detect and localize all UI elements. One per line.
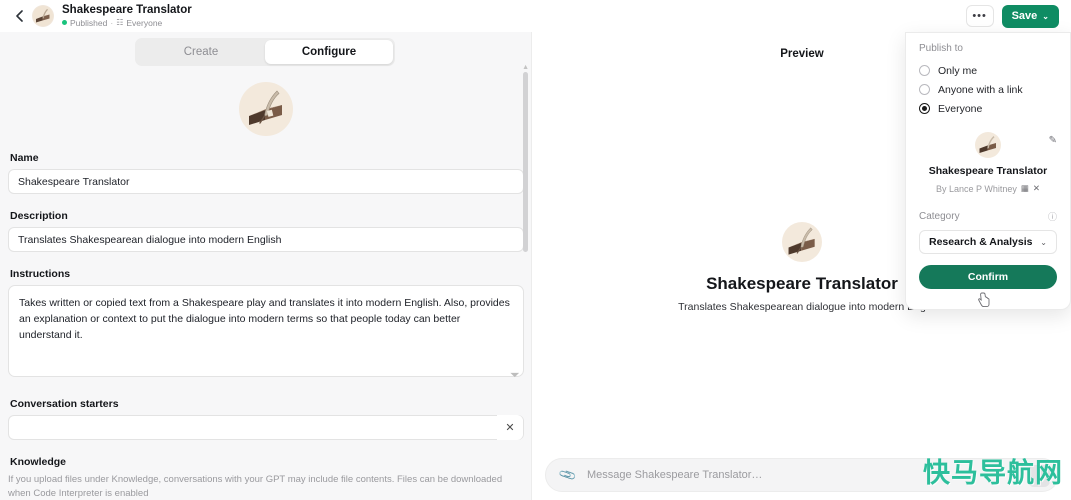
paperclip-icon[interactable]: 📎 [558, 465, 578, 485]
save-button-label: Save [1011, 10, 1038, 22]
preview-gpt-avatar [782, 222, 822, 262]
instructions-label: Instructions [10, 268, 71, 280]
radio-everyone[interactable]: Everyone [919, 99, 1057, 118]
configure-scroll-area: Name Description Instructions ◢ Conversa… [0, 70, 532, 500]
mouse-cursor-pointer [978, 292, 990, 308]
conversation-starter-input[interactable] [8, 415, 524, 440]
radio-selected-icon [919, 103, 930, 114]
quill-book-avatar-icon [242, 85, 290, 133]
status-separator: · [110, 17, 114, 28]
radio-icon [919, 65, 930, 76]
quill-book-avatar-icon [33, 6, 53, 26]
category-selected-value: Research & Analysis [929, 236, 1033, 248]
category-header: Category ⓘ [919, 210, 1057, 223]
category-select[interactable]: Research & Analysis ⌄ [919, 230, 1057, 254]
preview-gpt-description: Translates Shakespearean dialogue into m… [678, 301, 926, 313]
radio-only-me-label: Only me [938, 64, 978, 77]
tab-bar: Create Configure [135, 38, 395, 66]
instructions-textarea[interactable] [8, 285, 524, 377]
knowledge-help-text: If you upload files under Knowledge, con… [8, 474, 503, 499]
publish-gpt-summary: ✎ Shakespeare Translator By Lance P Whit… [919, 132, 1057, 194]
gpt-builder-window: Shakespeare Translator Published · ☷ Eve… [0, 0, 1071, 500]
gpt-status-line: Published · ☷ Everyone [62, 17, 192, 29]
publish-gpt-name: Shakespeare Translator [928, 165, 1048, 177]
radio-only-me[interactable]: Only me [919, 61, 1057, 80]
publish-popover: Publish to Only me Anyone with a link Ev… [905, 32, 1071, 310]
configure-pane: Create Configure Name Description Inst [0, 32, 532, 500]
byline-text: By Lance P Whitney [935, 183, 1017, 194]
tab-configure[interactable]: Configure [265, 40, 393, 64]
quill-book-avatar-icon [976, 133, 1000, 157]
top-bar-actions: ••• Save ⌄ [965, 4, 1063, 28]
gpt-avatar-upload[interactable] [239, 82, 293, 136]
more-options-button[interactable]: ••• [965, 5, 994, 27]
conversation-starters-label: Conversation starters [10, 398, 119, 410]
tab-create[interactable]: Create [137, 40, 265, 64]
title-block: Shakespeare Translator Published · ☷ Eve… [62, 4, 192, 29]
remove-starter-button[interactable]: ✕ [497, 415, 523, 440]
visibility-text: Everyone [126, 17, 163, 28]
chevron-down-icon: ⌄ [1040, 237, 1047, 247]
x-icon[interactable]: ✕ [1033, 183, 1040, 194]
confirm-button[interactable]: Confirm [919, 265, 1057, 289]
scrollbar-thumb[interactable] [523, 72, 528, 252]
publish-to-label: Publish to [919, 43, 963, 54]
chevron-left-icon [15, 10, 23, 22]
instructions-wrapper: ◢ [8, 285, 524, 382]
chevron-down-icon: ⌄ [1042, 11, 1049, 21]
gpt-avatar-small [32, 5, 54, 27]
quill-book-avatar-icon [783, 223, 821, 261]
top-bar: Shakespeare Translator Published · ☷ Eve… [0, 0, 1071, 32]
publish-byline: By Lance P Whitney ▦ ✕ [919, 183, 1057, 194]
info-icon[interactable]: ⓘ [1048, 210, 1057, 223]
site-watermark: 快马导航网 [923, 458, 1063, 489]
radio-anyone-with-link[interactable]: Anyone with a link [919, 80, 1057, 99]
radio-everyone-label: Everyone [938, 102, 983, 115]
radio-anyone-with-link-label: Anyone with a link [938, 83, 1023, 96]
name-input[interactable] [8, 169, 524, 194]
description-input[interactable] [8, 227, 524, 252]
description-label: Description [10, 210, 68, 222]
message-input-placeholder[interactable]: Message Shakespeare Translator… [587, 469, 762, 481]
preview-gpt-name: Shakespeare Translator [706, 274, 898, 293]
category-label: Category [919, 211, 960, 222]
back-button[interactable] [8, 5, 30, 27]
radio-icon [919, 84, 930, 95]
gpt-title: Shakespeare Translator [62, 3, 192, 16]
name-label: Name [10, 152, 39, 164]
pencil-icon[interactable]: ✎ [1049, 135, 1057, 146]
status-text: Published [70, 17, 108, 28]
save-button[interactable]: Save ⌄ [1001, 4, 1059, 28]
status-dot-icon [62, 20, 67, 25]
linkedin-icon[interactable]: ▦ [1021, 183, 1029, 194]
globe-icon: ☷ [116, 17, 124, 27]
knowledge-label: Knowledge [10, 456, 67, 468]
publish-gpt-avatar [975, 132, 1001, 158]
conversation-starter-row: ✕ [8, 415, 524, 440]
